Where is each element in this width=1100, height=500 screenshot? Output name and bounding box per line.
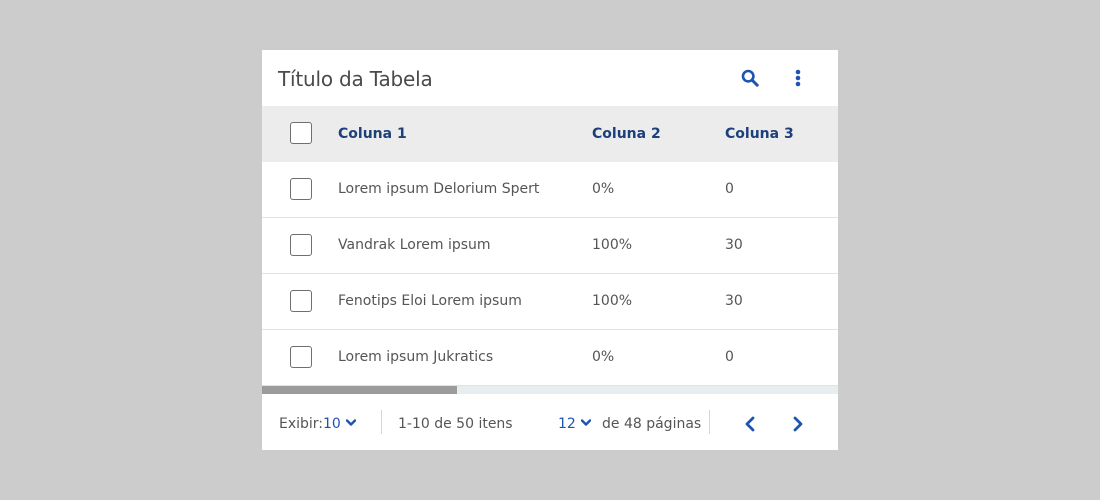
search-icon [741,69,759,87]
table-cell: 0 [725,349,734,365]
table-title: Título da Tabela [278,67,433,91]
row-checkbox[interactable] [290,178,312,200]
column-header-2[interactable]: Coluna 2 [592,106,661,162]
total-pages-text: de 48 páginas [602,416,702,432]
table-row: Vandrak Lorem ipsum 100% 30 [262,218,838,274]
table-cell: Lorem ipsum Delorium Spert [338,181,540,197]
table-cell: Lorem ipsum Jukratics [338,349,494,365]
table-cell: Vandrak Lorem ipsum [338,237,491,253]
table-pagination-footer: Exibir: 10 1-10 de 50 itens 12 de 48 pág… [262,394,838,450]
footer-divider [381,410,382,434]
scrollbar-thumb[interactable] [262,386,457,394]
table-column-header: Coluna 1 Coluna 2 Coluna 3 [262,106,838,162]
horizontal-scrollbar[interactable] [262,386,838,394]
page-select-value[interactable]: 12 [558,394,576,450]
chevron-right-icon [793,416,803,432]
footer-divider [709,410,710,434]
column-header-3[interactable]: Coluna 3 [725,106,794,162]
next-page-button[interactable] [786,412,810,436]
row-checkbox[interactable] [290,290,312,312]
table-cell: 30 [725,293,743,309]
row-checkbox[interactable] [290,346,312,368]
data-table: Coluna 1 Coluna 2 Coluna 3 Lorem ipsum D… [262,106,838,386]
previous-page-button[interactable] [738,412,762,436]
table-row: Lorem ipsum Delorium Spert 0% 0 [262,162,838,218]
table-header-bar: Título da Tabela [262,50,838,106]
table-row: Lorem ipsum Jukratics 0% 0 [262,330,838,386]
chevron-down-icon[interactable] [346,419,356,427]
table-cell: 30 [725,237,743,253]
data-table-card: Título da Tabela Coluna 1 Coluna 2 Colun… [262,50,838,450]
table-cell: 0 [725,181,734,197]
rows-per-page-label: Exibir: [279,416,324,432]
table-cell: Fenotips Eloi Lorem ipsum [338,293,522,309]
select-all-checkbox[interactable] [290,122,312,144]
row-checkbox[interactable] [290,234,312,256]
table-cell: 0% [592,349,615,365]
more-options-button[interactable] [786,66,810,90]
items-range-text: 1-10 de 50 itens [398,416,513,432]
search-button[interactable] [738,66,762,90]
rows-per-page-value[interactable]: 10 [323,394,341,450]
column-header-1[interactable]: Coluna 1 [338,106,407,162]
table-row: Fenotips Eloi Lorem ipsum 100% 30 [262,274,838,330]
more-vertical-icon [795,69,801,87]
chevron-left-icon [745,416,755,432]
table-cell: 100% [592,293,633,309]
chevron-down-icon[interactable] [581,419,591,427]
table-cell: 100% [592,237,633,253]
table-cell: 0% [592,181,615,197]
